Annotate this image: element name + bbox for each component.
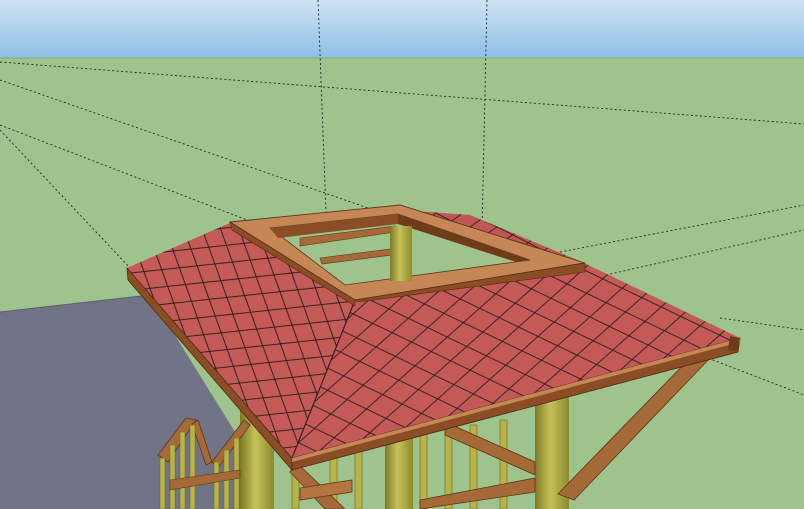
3d-viewport[interactable] bbox=[0, 0, 804, 509]
scene-canvas[interactable] bbox=[0, 0, 804, 509]
sky bbox=[0, 0, 804, 58]
roof-corner-cap bbox=[728, 336, 740, 352]
